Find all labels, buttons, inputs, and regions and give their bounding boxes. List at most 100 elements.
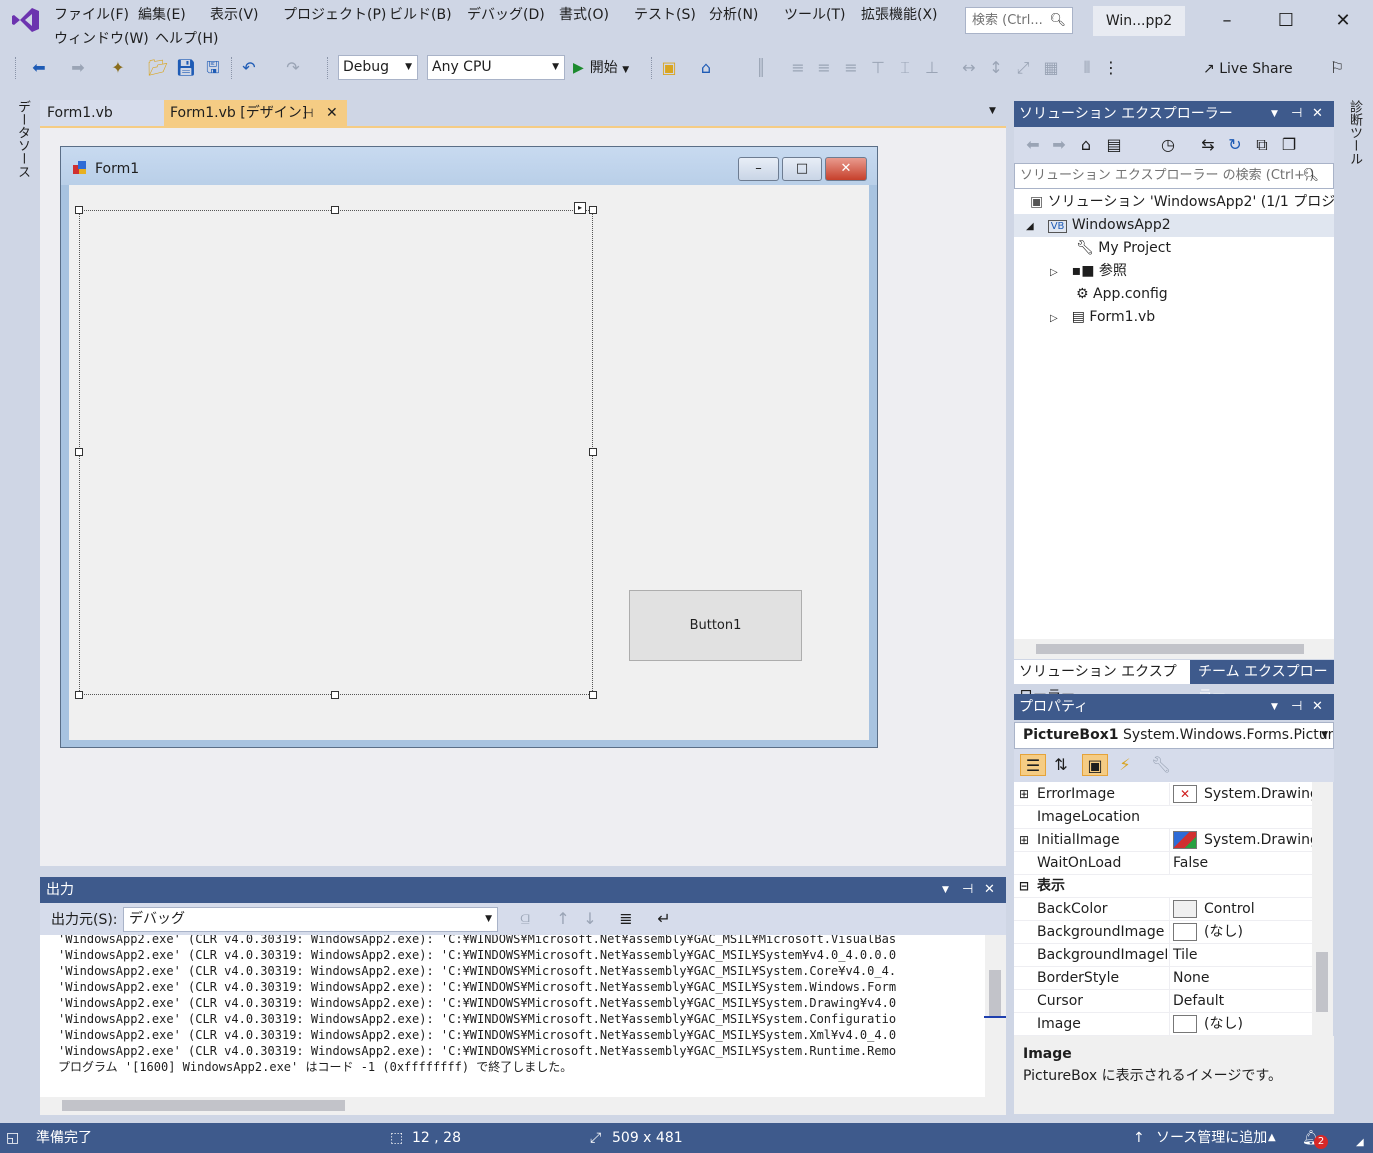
resize-handle[interactable] (589, 691, 597, 699)
menu-build[interactable]: ビルド(B) (389, 4, 452, 26)
prop-category-appearance[interactable]: ⊟ 表示 (1014, 875, 1312, 898)
save-icon[interactable]: 💾︎ (175, 57, 197, 79)
sync-icon[interactable]: ⇆ (1197, 134, 1219, 156)
menu-window[interactable]: ウィンドウ(W) (54, 28, 149, 50)
minimize-button[interactable]: – (1207, 6, 1247, 36)
resize-handle[interactable] (75, 206, 83, 214)
prop-row-imagelocation[interactable]: ImageLocation (1014, 806, 1312, 829)
collapse-all-icon[interactable]: ⧉ (1251, 134, 1273, 156)
prev-message-icon[interactable]: ↑ (552, 908, 574, 930)
tab-team-explorer[interactable]: チーム エクスプローラー (1190, 660, 1334, 704)
pin-icon[interactable]: ⊣ (962, 877, 973, 903)
tree-item-form1[interactable]: ▷ ▤ Form1.vb (1014, 306, 1334, 329)
menu-view[interactable]: 表示(V) (210, 4, 259, 26)
back-icon[interactable]: ⬅ (28, 57, 50, 79)
output-vertical-scroll-thumb[interactable] (989, 970, 1001, 1018)
resize-grip-icon[interactable]: ◢ (1356, 1137, 1368, 1149)
open-folder-icon[interactable]: 📂︎ (147, 57, 169, 79)
data-source-tab[interactable]: データソース (10, 100, 32, 178)
tree-item-solution[interactable]: ▣ ソリューション 'WindowsApp2' (1/1 プロジェクト (1014, 191, 1334, 214)
align-right-icon[interactable]: ≡ (840, 57, 862, 79)
prop-row-image[interactable]: Image (なし) (1014, 1013, 1312, 1036)
resize-handle[interactable] (75, 691, 83, 699)
tree-item-app-config[interactable]: ⚙ App.config (1014, 283, 1334, 306)
source-control-button[interactable]: ソース管理に追加 (1156, 1123, 1267, 1153)
menu-debug[interactable]: デバッグ(D) (467, 4, 545, 26)
prop-row-errorimage[interactable]: ⊞ ErrorImage ✕ System.Drawing (1014, 783, 1312, 806)
align-top-icon[interactable]: ⊤ (867, 57, 889, 79)
alphabetical-icon[interactable]: ⇅ (1050, 754, 1072, 776)
platform-select[interactable]: Any CPU ▼ (427, 55, 565, 80)
close-tab-icon[interactable]: ✕ (326, 100, 338, 126)
spacing-icon[interactable]: ⦀ (1076, 57, 1098, 79)
show-all-files-icon[interactable]: ❐ (1278, 134, 1300, 156)
save-all-icon[interactable]: 🖫︎ (202, 57, 224, 79)
forward-icon[interactable]: ➡ (1048, 134, 1070, 156)
close-panel-icon[interactable]: ✕ (1312, 694, 1323, 720)
tree-item-references[interactable]: ▷ ▪■ 参照 (1014, 260, 1334, 283)
tree-item-project[interactable]: ◢ VB WindowsApp2 (1014, 214, 1334, 237)
align-bottom-icon[interactable]: ⊥ (921, 57, 943, 79)
same-width-icon[interactable]: ↔ (958, 57, 980, 79)
prop-row-borderstyle[interactable]: BorderStyle None (1014, 967, 1312, 990)
prop-row-waitonload[interactable]: WaitOnLoad False (1014, 852, 1312, 875)
menu-test[interactable]: テスト(S) (634, 4, 696, 26)
size-to-grid-icon[interactable]: ▦ (1040, 57, 1062, 79)
button1[interactable]: Button1 (629, 590, 802, 661)
tab-form1-design[interactable]: Form1.vb [デザイン] ⊣ ✕ (164, 100, 347, 126)
live-share-button[interactable]: ↗ Live Share (1203, 57, 1293, 81)
panel-menu-icon[interactable]: ▼ (1271, 101, 1278, 127)
menu-analyze[interactable]: 分析(N) (709, 4, 758, 26)
collapse-icon[interactable]: ⊟ (1019, 875, 1029, 898)
expand-icon[interactable]: ⊞ (1019, 783, 1029, 806)
events-icon[interactable]: ⚡︎ (1114, 754, 1136, 776)
start-debug-button[interactable]: ▶ 開始 ▼ (573, 57, 629, 79)
prop-row-initialimage[interactable]: ⊞ InitialImage System.Drawing (1014, 829, 1312, 852)
solution-name-badge[interactable]: Win...pp2 (1093, 6, 1185, 36)
properties-icon[interactable]: ▣ (1082, 754, 1108, 776)
back-icon[interactable]: ⬅ (1022, 134, 1044, 156)
maximize-button[interactable]: ☐ (1266, 6, 1306, 36)
find-message-icon[interactable]: ⫑ (514, 908, 536, 930)
menu-help[interactable]: ヘルプ(H) (155, 28, 218, 50)
layout-icon[interactable]: ⌂ (695, 57, 717, 79)
align-middle-icon[interactable]: ⌶ (894, 57, 916, 79)
tab-form1-code[interactable]: Form1.vb (40, 100, 164, 126)
resize-handle[interactable] (331, 691, 339, 699)
resize-handle[interactable] (75, 448, 83, 456)
source-control-icon[interactable]: ↑ (1133, 1123, 1145, 1153)
word-wrap-icon[interactable]: ↵ (653, 908, 675, 930)
solution-explorer-search-input[interactable]: ソリューション エクスプローラー の検索 (Ctrl+;) 🔍︎ (1014, 163, 1334, 189)
solution-explorer-scroll-thumb[interactable] (1036, 644, 1304, 654)
categorized-icon[interactable]: ☰ (1020, 754, 1046, 776)
property-pages-icon[interactable]: 🔧︎ (1150, 754, 1172, 776)
menu-project[interactable]: プロジェクト(P) (283, 4, 386, 26)
forward-icon[interactable]: ➡ (67, 57, 89, 79)
prop-row-cursor[interactable]: Cursor Default (1014, 990, 1312, 1013)
search-input[interactable]: 検索 (Ctrl... 🔍︎ (965, 7, 1073, 34)
find-in-files-icon[interactable]: ▣ (658, 57, 680, 79)
clear-all-icon[interactable]: ≣ (615, 908, 637, 930)
output-status-icon[interactable]: ◱ (6, 1123, 19, 1153)
home-icon[interactable]: ⌂ (1075, 134, 1097, 156)
close-panel-icon[interactable]: ✕ (984, 877, 995, 903)
expand-icon[interactable]: ⊞ (1019, 829, 1029, 852)
smart-tag-icon[interactable]: ▸ (574, 202, 586, 214)
redo-icon[interactable]: ↷ (282, 57, 304, 79)
picturebox1[interactable] (79, 210, 593, 695)
resize-handle[interactable] (589, 206, 597, 214)
next-message-icon[interactable]: ↓ (579, 908, 601, 930)
refresh-icon[interactable]: ↻ (1224, 134, 1246, 156)
menu-extensions[interactable]: 拡張機能(X) (861, 4, 938, 26)
prop-row-backgroundimage[interactable]: BackgroundImage (なし) (1014, 921, 1312, 944)
new-project-icon[interactable]: ✦ (107, 57, 129, 79)
close-panel-icon[interactable]: ✕ (1312, 101, 1323, 127)
pin-icon[interactable]: ⊣ (1291, 101, 1302, 127)
prop-row-backcolor[interactable]: BackColor Control (1014, 898, 1312, 921)
output-horizontal-scroll-thumb[interactable] (62, 1100, 345, 1111)
switch-views-icon[interactable]: ▤ (1103, 134, 1125, 156)
resize-handle[interactable] (589, 448, 597, 456)
prop-row-backgroundimagelayout[interactable]: BackgroundImageLayout Tile (1014, 944, 1312, 967)
panel-menu-icon[interactable]: ▼ (1271, 694, 1278, 720)
pending-changes-icon[interactable]: ◷ (1157, 134, 1179, 156)
